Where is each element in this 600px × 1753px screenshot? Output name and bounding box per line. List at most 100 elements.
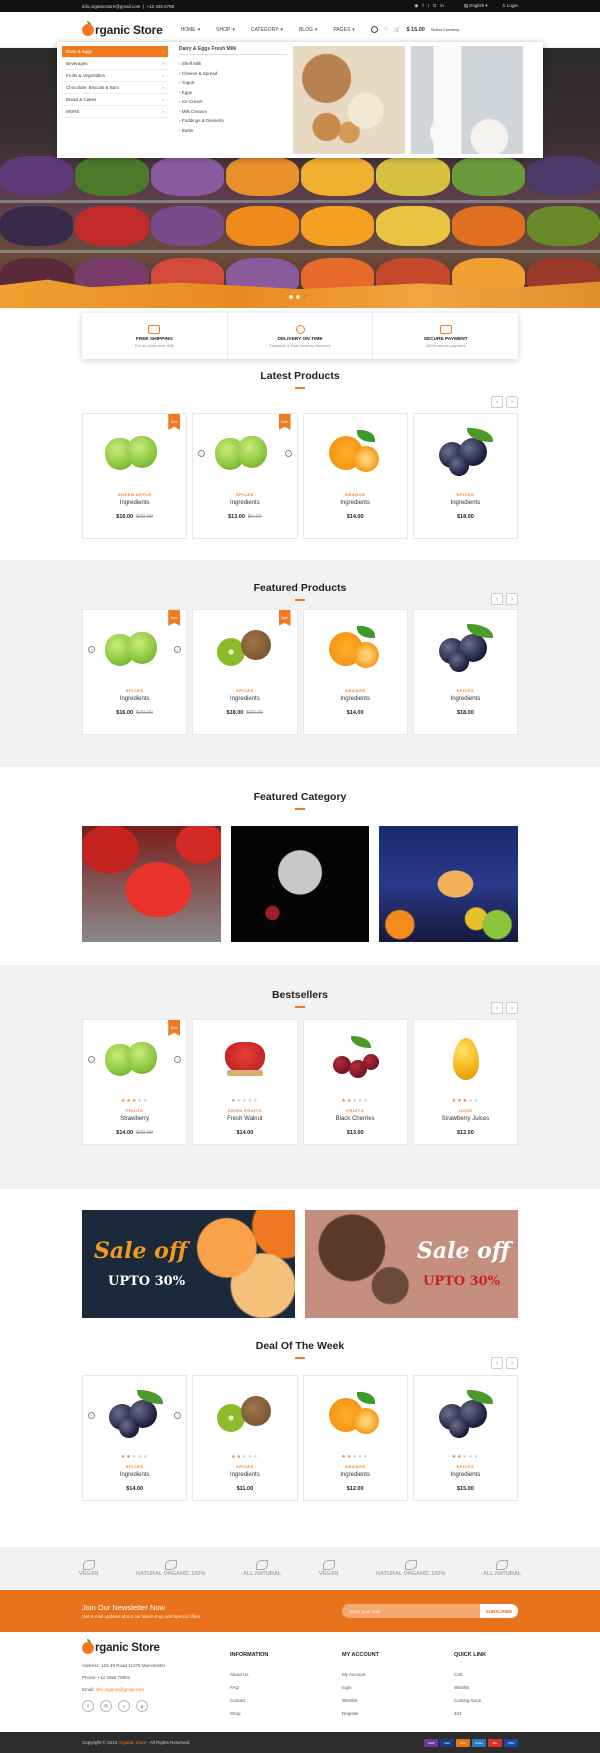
footer-link[interactable]: FAQ [230, 1681, 342, 1694]
orange-image[interactable] [323, 428, 387, 478]
plum-image[interactable] [433, 624, 497, 674]
footer-link[interactable]: About Us [230, 1668, 342, 1681]
product-card[interactable]: Sale ‹ › SPICES Ingredients $13.00 $6.00 [192, 413, 298, 539]
prev-arrow-icon[interactable]: ‹ [491, 593, 503, 605]
brand-logo[interactable]: NATURAL ORGANIC 100% [376, 1559, 445, 1577]
footer-link[interactable]: Contact [230, 1694, 342, 1707]
card-prev-icon[interactable]: ‹ [88, 1412, 95, 1419]
product-name[interactable]: Strawberry [120, 1116, 149, 1122]
footer-email[interactable]: info.organic@gmail.com [96, 1687, 144, 1692]
facebook-icon[interactable]: f [82, 1700, 94, 1712]
megamenu-cat-bread[interactable]: Bread & Cakes › [62, 94, 168, 106]
linkedin-icon[interactable]: in [440, 3, 444, 9]
apple-image[interactable] [213, 428, 277, 478]
brand-logo[interactable]: ALL NATURAL [483, 1559, 521, 1577]
copyright-brand[interactable]: Organic Store [118, 1740, 146, 1745]
brand-logo[interactable]: VEGAN [79, 1559, 98, 1577]
product-card[interactable]: ★★★★★ DRIED FRUITS Fresh Walnut $14.00 [192, 1019, 298, 1145]
subitem[interactable]: › Milk Creams [179, 107, 287, 117]
product-card[interactable]: ORANGE Ingredients $14.00 [302, 609, 408, 735]
card-next-icon[interactable]: › [174, 646, 182, 653]
product-card[interactable]: Sale ‹ › ★★★★★ FRUITS Strawberry $14.00 $20.00 [82, 1019, 188, 1145]
product-name[interactable]: Ingredients [230, 696, 260, 702]
product-name[interactable]: Ingredients [451, 696, 481, 702]
subitem[interactable]: › Shelf Milk [179, 59, 287, 69]
product-name[interactable]: Ingredients [230, 500, 260, 506]
brand-logo[interactable]: NATURAL ORGANIC 100% [136, 1559, 205, 1577]
footer-link[interactable]: 404 [454, 1707, 486, 1720]
brand-logo[interactable]: ALL NATURAL [243, 1559, 281, 1577]
login-link[interactable]: ♙ Login [502, 3, 518, 9]
mango-image[interactable] [433, 1034, 497, 1084]
product-name[interactable]: Ingredients [120, 1472, 150, 1478]
product-name[interactable]: Ingredients [340, 1472, 370, 1478]
rss-icon[interactable]: ◉ [414, 3, 418, 9]
next-arrow-icon[interactable]: › [506, 1357, 518, 1369]
currency-select[interactable]: Select Currency [431, 27, 459, 32]
category-drinks[interactable] [379, 826, 519, 942]
next-arrow-icon[interactable]: › [506, 593, 518, 605]
next-arrow-icon[interactable]: › [506, 396, 518, 408]
cart-icon[interactable]: 🛒 [394, 27, 400, 33]
cart-total[interactable]: $ 15.00 [406, 27, 424, 33]
product-card[interactable]: ORANGE Ingredients $14.00 [302, 413, 408, 539]
prev-arrow-icon[interactable]: ‹ [491, 1357, 503, 1369]
heart-icon[interactable]: ♡ [384, 27, 388, 33]
product-card[interactable]: ★★★★★ FRUITS Black Cherries $13.00 [302, 1019, 408, 1145]
nav-blog[interactable]: BLOG ▾ [299, 27, 317, 33]
footer-link[interactable]: Wishlist [342, 1694, 454, 1707]
promo-banner[interactable]: Sale off UPTO 30% [305, 1210, 518, 1318]
product-name[interactable]: Ingredients [451, 1472, 481, 1478]
nav-shop[interactable]: SHOP ▾ [216, 27, 235, 33]
product-name[interactable]: Ingredients [340, 500, 370, 506]
product-name[interactable]: Ingredients [340, 696, 370, 702]
card-prev-icon[interactable]: ‹ [88, 1056, 95, 1063]
footer-link[interactable]: Register [342, 1707, 454, 1720]
card-next-icon[interactable]: › [284, 450, 292, 457]
subitem[interactable]: › Eggs [179, 88, 287, 98]
product-name[interactable]: Ingredients [120, 696, 150, 702]
product-card[interactable]: Sale ‹ › SPICES Ingredients $16.00 $20.00 [82, 609, 188, 735]
megamenu-cat-beverages[interactable]: Beverages › [62, 58, 168, 70]
newsletter-email-input[interactable] [342, 1604, 480, 1618]
slider-dot[interactable] [296, 295, 300, 299]
plum-image[interactable] [103, 1390, 167, 1440]
card-next-icon[interactable]: › [174, 1412, 182, 1419]
facebook-icon[interactable]: f [422, 3, 423, 9]
subitem[interactable]: › Yogurt [179, 78, 287, 88]
nav-category[interactable]: CATEGORY ▾ [251, 27, 283, 33]
apple-image[interactable] [103, 1034, 167, 1084]
instagram-icon[interactable]: ◎ [100, 1700, 112, 1712]
product-card[interactable]: ★★★★★ ORANGE Ingredients $12.00 [302, 1375, 408, 1501]
megamenu-cat-more[interactable]: MORE › [62, 106, 168, 118]
pinterest-icon[interactable]: p [136, 1700, 148, 1712]
megamenu-cat-chocolate[interactable]: Chocolate, Biscuits & Bars › [62, 82, 168, 94]
brand-logo[interactable]: VEGAN [319, 1559, 338, 1577]
promo-banner[interactable]: Sale off UPTO 30% [82, 1210, 295, 1318]
cherry-image[interactable] [323, 1034, 387, 1084]
subitem[interactable]: › Puddings & Desserts [179, 116, 287, 126]
product-card[interactable]: ‹ › ★★★★★ SPICES Ingredients $14.00 [82, 1375, 188, 1501]
subscribe-button[interactable]: SUBSCRIBE [480, 1604, 518, 1618]
kiwi-image[interactable] [213, 624, 277, 674]
prev-arrow-icon[interactable]: ‹ [491, 1002, 503, 1014]
footer-link[interactable]: login [342, 1681, 454, 1694]
next-arrow-icon[interactable]: › [506, 1002, 518, 1014]
subitem[interactable]: › Cheese & Spread [179, 69, 287, 79]
kiwi-image[interactable] [213, 1390, 277, 1440]
megamenu-cat-dairy[interactable]: Dairy & Eggs › [62, 46, 168, 58]
prev-arrow-icon[interactable]: ‹ [491, 396, 503, 408]
footer-link[interactable]: Cart [454, 1668, 486, 1681]
twitter-icon[interactable]: t [428, 3, 429, 9]
nav-home[interactable]: HOME ▾ [181, 27, 201, 33]
orange-image[interactable] [323, 624, 387, 674]
plum-image[interactable] [433, 1390, 497, 1440]
footer-link[interactable]: My Account [342, 1668, 454, 1681]
subitem[interactable]: › Butter [179, 126, 287, 136]
straw-image[interactable] [213, 1034, 277, 1084]
megamenu-image-dairy[interactable] [411, 46, 523, 154]
megamenu-image-eggs-bread[interactable] [293, 46, 405, 154]
footer-link[interactable]: Coming Soon [454, 1694, 486, 1707]
product-card[interactable]: Sale GREEN APPLE Ingredients $10.00 $20.00 [82, 413, 188, 539]
product-card[interactable]: SPICES Ingredients $18.00 [412, 609, 518, 735]
